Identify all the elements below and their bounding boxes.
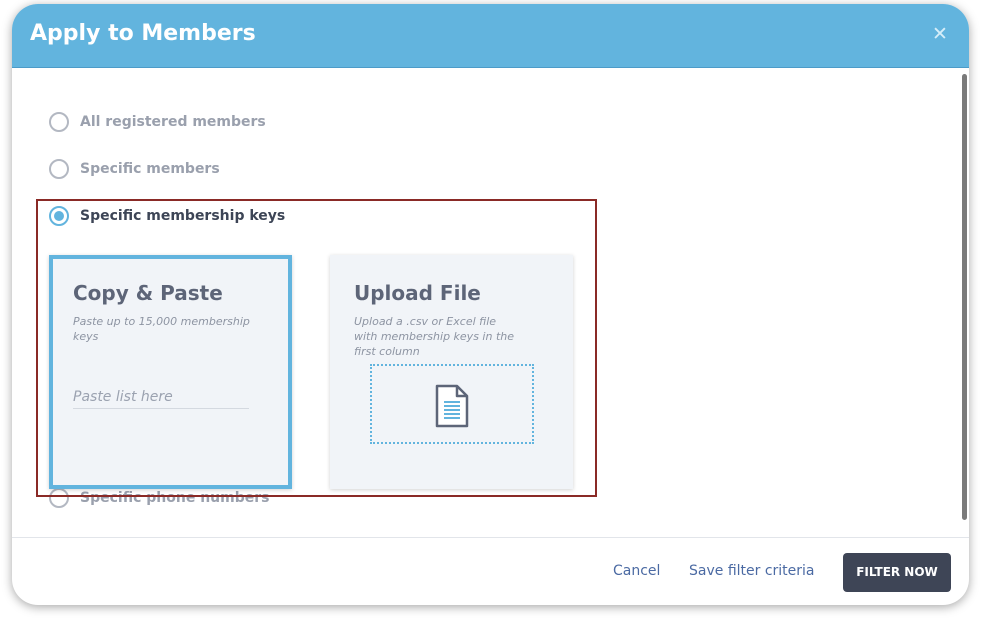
upload-file-description: Upload a .csv or Excel file with members…	[354, 315, 514, 358]
document-icon	[435, 384, 469, 428]
upload-file-title: Upload File	[354, 281, 481, 305]
copy-paste-card[interactable]: Copy & Paste Paste up to 15,000 membersh…	[49, 255, 292, 489]
option-specific-membership-keys[interactable]: Specific membership keys	[49, 206, 285, 226]
dialog-title: Apply to Members	[30, 21, 256, 46]
option-label: Specific membership keys	[80, 208, 286, 224]
dialog-header: Apply to Members ✕	[12, 4, 969, 68]
option-specific-phone-numbers[interactable]: Specific phone numbers	[49, 488, 269, 508]
radio-button[interactable]	[49, 159, 69, 179]
upload-file-card[interactable]: Upload File Upload a .csv or Excel file …	[330, 255, 573, 489]
paste-list-input[interactable]	[73, 385, 249, 409]
filter-now-button[interactable]: FILTER NOW	[843, 553, 951, 592]
apply-to-members-dialog: Apply to Members ✕ Specific phone number…	[12, 4, 969, 605]
radio-button[interactable]	[49, 112, 69, 132]
radio-button[interactable]	[49, 488, 69, 508]
footer-divider	[12, 537, 969, 538]
option-specific-members[interactable]: Specific members	[49, 159, 220, 179]
radio-button-checked[interactable]	[49, 206, 69, 226]
file-dropzone[interactable]	[370, 364, 534, 444]
cancel-button[interactable]: Cancel	[613, 563, 660, 579]
copy-paste-title: Copy & Paste	[73, 281, 223, 305]
scrollbar[interactable]	[962, 74, 967, 520]
option-label: Specific members	[80, 161, 220, 177]
close-icon[interactable]: ✕	[932, 24, 948, 44]
option-label: Specific phone numbers	[80, 490, 270, 506]
option-all-registered-members[interactable]: All registered members	[49, 112, 266, 132]
copy-paste-description: Paste up to 15,000 membership keys	[73, 315, 250, 343]
save-filter-criteria-button[interactable]: Save filter criteria	[689, 563, 815, 579]
option-label: All registered members	[80, 114, 266, 130]
